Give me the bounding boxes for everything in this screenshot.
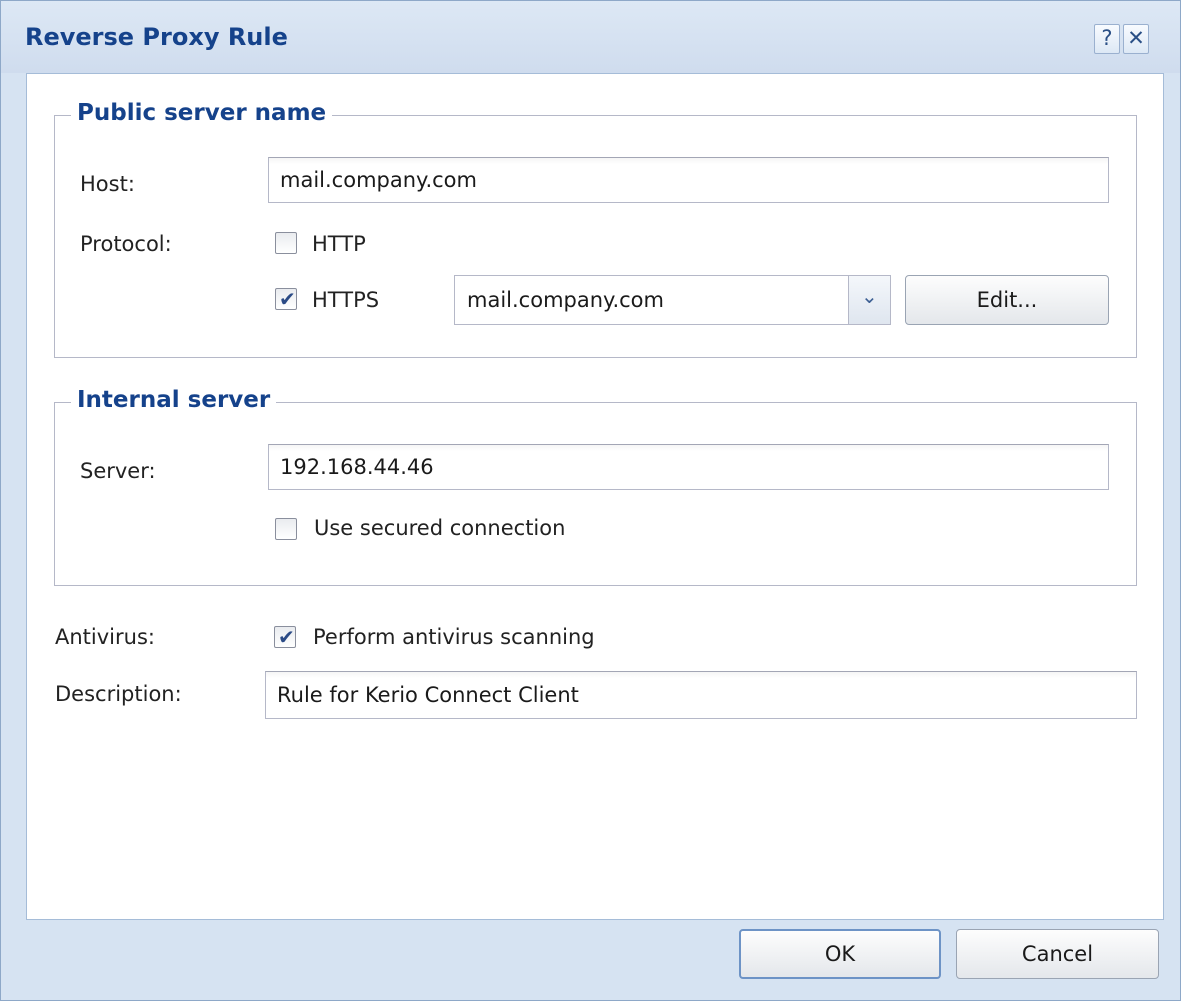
cancel-button[interactable]: Cancel <box>956 929 1159 979</box>
checkmark-icon: ✔ <box>278 625 295 649</box>
dialog-body: Public server name Host: mail.company.co… <box>26 73 1164 920</box>
antivirus-checkbox[interactable]: ✔ <box>274 625 296 649</box>
close-button[interactable]: ✕ <box>1123 24 1149 54</box>
reverse-proxy-rule-dialog: Reverse Proxy Rule ? ✕ Public server nam… <box>0 0 1181 1001</box>
server-input[interactable]: 192.168.44.46 <box>268 444 1109 490</box>
edit-certificate-button[interactable]: Edit... <box>905 275 1109 325</box>
public-server-legend: Public server name <box>71 100 333 126</box>
checkmark-icon: ✔ <box>279 287 296 311</box>
antivirus-label: Antivirus: <box>55 625 155 649</box>
host-label: Host: <box>80 172 135 196</box>
http-checkbox[interactable] <box>275 232 297 254</box>
https-checkbox-label[interactable]: HTTPS <box>312 288 379 312</box>
secured-connection-label[interactable]: Use secured connection <box>314 516 565 540</box>
certificate-select-value: mail.company.com <box>467 288 664 312</box>
help-icon: ? <box>1101 26 1113 50</box>
description-label: Description: <box>55 682 182 706</box>
certificate-dropdown-button[interactable]: ⌄ <box>848 276 890 324</box>
host-input[interactable]: mail.company.com <box>268 157 1109 203</box>
dialog-title: Reverse Proxy Rule <box>25 23 288 51</box>
description-input[interactable]: Rule for Kerio Connect Client <box>265 671 1137 719</box>
close-icon: ✕ <box>1127 26 1145 50</box>
ok-button[interactable]: OK <box>739 929 941 979</box>
internal-server-group: Internal server Server: 192.168.44.46 Us… <box>54 387 1137 586</box>
server-label: Server: <box>80 459 156 483</box>
protocol-label: Protocol: <box>80 232 172 256</box>
certificate-select[interactable]: mail.company.com ⌄ <box>454 275 891 325</box>
help-button[interactable]: ? <box>1094 24 1120 54</box>
chevron-down-icon: ⌄ <box>861 284 878 308</box>
secured-connection-checkbox[interactable] <box>275 518 297 540</box>
http-checkbox-label[interactable]: HTTP <box>312 232 366 256</box>
dialog-titlebar[interactable]: Reverse Proxy Rule ? ✕ <box>1 1 1180 73</box>
https-checkbox[interactable]: ✔ <box>275 287 297 311</box>
internal-server-legend: Internal server <box>71 387 277 413</box>
public-server-group: Public server name Host: mail.company.co… <box>54 100 1137 358</box>
antivirus-checkbox-label[interactable]: Perform antivirus scanning <box>313 625 595 649</box>
